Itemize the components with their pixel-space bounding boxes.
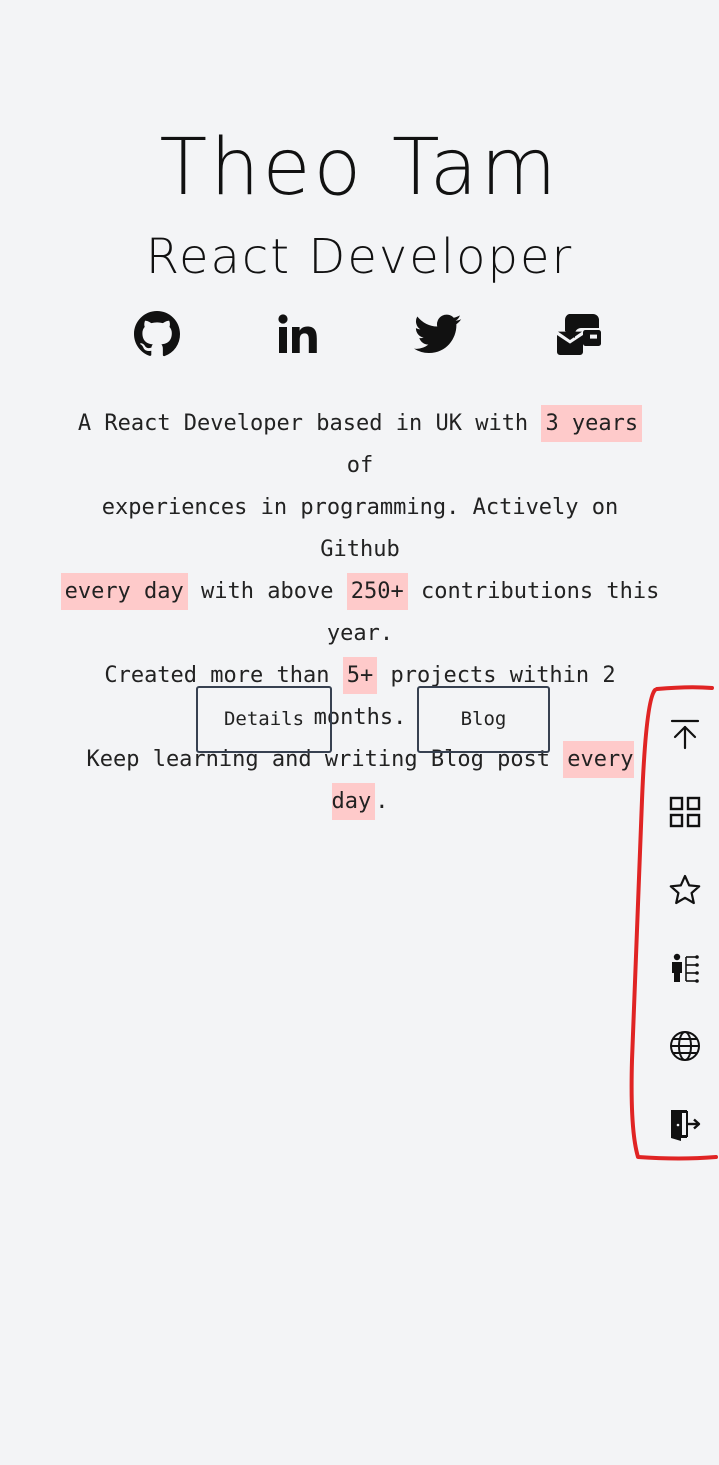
- bio-paragraph: A React Developer based in UK with 3 yea…: [60, 403, 660, 823]
- scroll-to-top-button[interactable]: [668, 717, 702, 751]
- highlight-badge: 250+: [346, 573, 408, 610]
- hero-name: Theo Tam: [159, 123, 560, 213]
- highlight-badge: 3 years: [541, 405, 643, 442]
- globe-icon: [670, 1031, 700, 1061]
- grid-icon: [669, 796, 701, 828]
- bio-text: experiences in programming. Actively on …: [101, 495, 619, 562]
- linkedin-link[interactable]: [274, 310, 322, 358]
- bio-text: of: [346, 453, 374, 478]
- github-link[interactable]: [133, 310, 181, 358]
- twitter-icon: [414, 314, 462, 354]
- email-icon: [557, 314, 601, 355]
- twitter-link[interactable]: [414, 310, 462, 358]
- favorites-button[interactable]: [668, 873, 702, 907]
- hero-role: React Developer: [145, 229, 574, 285]
- logout-button[interactable]: [668, 1107, 702, 1141]
- blog-button[interactable]: Blog: [417, 686, 550, 753]
- bio-text: .: [375, 789, 389, 814]
- highlight-badge: 5+: [342, 657, 378, 694]
- language-button[interactable]: [668, 1029, 702, 1063]
- bio-text: Created more than: [104, 663, 343, 688]
- apps-grid-button[interactable]: [668, 795, 702, 829]
- star-icon: [669, 874, 701, 905]
- details-button[interactable]: Details: [196, 686, 332, 753]
- github-icon: [134, 311, 181, 357]
- bio-text: A React Developer based in UK with: [77, 411, 542, 436]
- highlight-badge: every day: [60, 573, 188, 610]
- bio-text: with above: [187, 579, 347, 604]
- linkedin-icon: [278, 314, 317, 353]
- sitemap-person-icon: [672, 953, 699, 983]
- structure-button[interactable]: [668, 951, 702, 985]
- logout-door-icon: [671, 1110, 701, 1141]
- email-link[interactable]: [555, 310, 603, 358]
- arrow-to-top-icon: [670, 719, 700, 750]
